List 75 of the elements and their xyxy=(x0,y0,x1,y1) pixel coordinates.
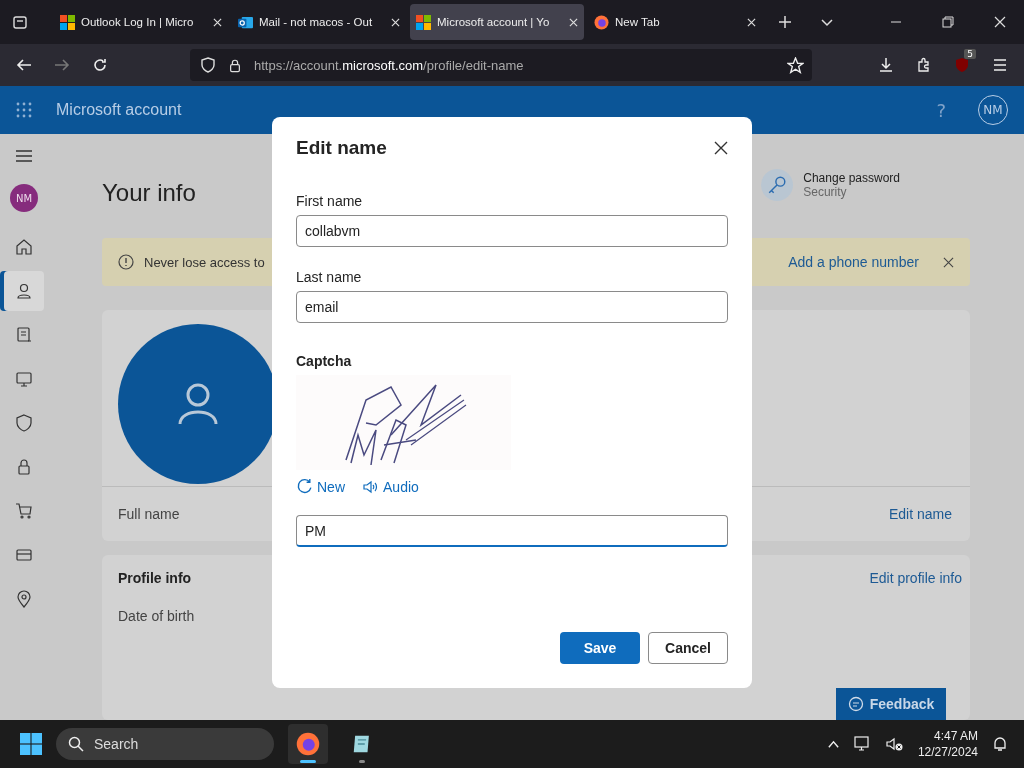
audio-captcha-link[interactable]: Audio xyxy=(363,478,419,495)
new-captcha-link[interactable]: New xyxy=(296,478,345,495)
shield-icon xyxy=(200,57,216,73)
menu-icon[interactable] xyxy=(992,57,1008,73)
windows-logo-icon xyxy=(416,14,431,30)
chat-icon xyxy=(847,696,864,712)
app-title[interactable]: Microsoft account xyxy=(56,101,182,119)
dialog-title: Edit name xyxy=(296,137,387,159)
fox-globe-icon xyxy=(594,14,609,30)
network-icon[interactable] xyxy=(853,735,872,753)
browser-tab[interactable]: New Tab xyxy=(588,4,762,40)
notice-text: Never lose access to xyxy=(144,254,265,270)
close-icon[interactable] xyxy=(943,256,954,268)
count-badge: 5 xyxy=(964,49,976,59)
text-field[interactable]: email xyxy=(296,291,728,323)
user-avatar[interactable]: NM xyxy=(10,184,38,212)
menu-icon[interactable] xyxy=(16,150,32,162)
link-subtitle: Security xyxy=(803,185,848,199)
info-icon xyxy=(118,254,134,270)
edit-name-link[interactable]: Edit name xyxy=(888,506,952,522)
refresh-icon xyxy=(296,478,313,495)
mail-app-icon xyxy=(238,14,253,30)
save-button[interactable]: Save xyxy=(560,632,640,664)
person-icon xyxy=(178,382,218,426)
forward-icon[interactable] xyxy=(54,57,70,73)
field-label: Date of birth xyxy=(118,608,195,624)
windows-logo-icon xyxy=(60,14,75,30)
field-label: Full name xyxy=(118,506,180,522)
browser-tab[interactable]: Mail - not macos - Out xyxy=(232,4,406,40)
field-label: First name xyxy=(296,193,364,209)
field-label: Captcha xyxy=(296,353,353,369)
restore-icon[interactable] xyxy=(942,16,954,28)
windows-start-icon[interactable] xyxy=(20,733,42,755)
taskbar-app[interactable] xyxy=(288,724,328,764)
browser-tab[interactable]: Outlook Log In | Micro xyxy=(54,4,228,40)
star-icon[interactable] xyxy=(787,56,804,74)
section-title: Profile info xyxy=(118,570,192,586)
lock-icon xyxy=(228,57,242,73)
field-label: Last name xyxy=(296,269,363,285)
clock-time[interactable]: 4:47 AM xyxy=(933,729,978,743)
app-launcher-icon[interactable] xyxy=(16,102,32,118)
home-icon xyxy=(15,238,33,256)
close-icon[interactable] xyxy=(714,141,728,155)
page-title: Your info xyxy=(102,179,196,207)
key-icon xyxy=(767,175,788,195)
captcha-field[interactable]: PM xyxy=(296,515,728,547)
puzzle-icon[interactable] xyxy=(916,57,932,73)
location-pin-icon xyxy=(15,590,33,608)
text-field[interactable]: collabvm xyxy=(296,215,728,247)
address-bar[interactable]: https://account.microsoft.com/profile/edit-name xyxy=(190,49,812,81)
browser-tab[interactable]: Microsoft account | Yo xyxy=(410,4,584,40)
feedback-button[interactable]: Feedback xyxy=(836,688,946,720)
card-icon xyxy=(15,546,33,564)
search-icon xyxy=(68,736,84,752)
muted-speaker-icon[interactable] xyxy=(885,735,904,753)
new-tab-icon[interactable] xyxy=(778,15,792,29)
change-password-link[interactable]: Change password xyxy=(803,171,900,185)
clock-date[interactable]: 12/27/2024 xyxy=(917,745,978,759)
download-icon[interactable] xyxy=(878,57,894,73)
edit-profile-link[interactable]: Edit profile info xyxy=(869,570,962,586)
reload-icon[interactable] xyxy=(92,57,108,73)
cancel-button[interactable]: Cancel xyxy=(648,632,728,664)
back-icon[interactable] xyxy=(16,57,32,73)
shield-icon xyxy=(15,414,33,432)
add-phone-link[interactable]: Add a phone number xyxy=(788,254,919,270)
speaker-icon xyxy=(363,478,379,495)
monitor-icon xyxy=(15,370,33,388)
cart-icon xyxy=(15,502,33,520)
person-icon xyxy=(15,282,33,300)
fox-globe-icon xyxy=(296,732,320,756)
lock-icon xyxy=(15,458,33,476)
tab-list-icon[interactable] xyxy=(12,14,28,30)
taskbar-search[interactable]: Search xyxy=(56,728,274,760)
bell-icon[interactable] xyxy=(992,736,1008,752)
document-icon xyxy=(15,326,33,344)
